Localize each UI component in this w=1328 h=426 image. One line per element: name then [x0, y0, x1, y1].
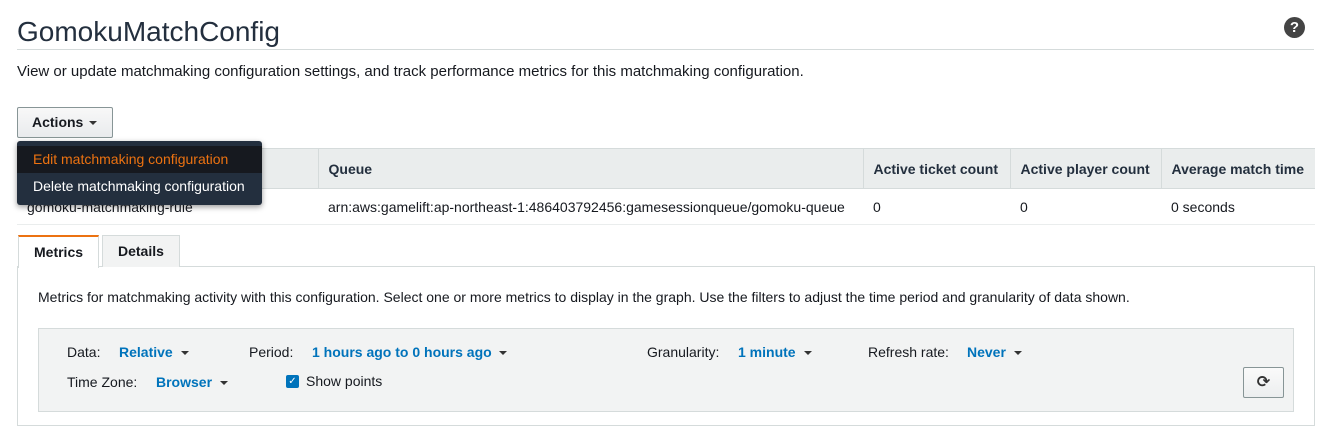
timezone-select[interactable]: Browser — [156, 374, 212, 390]
table-header-queue[interactable]: Queue — [317, 148, 863, 189]
granularity-caret-down-icon[interactable] — [804, 351, 812, 355]
refresh-rate-label: Refresh rate: — [868, 344, 949, 360]
period-label: Period: — [249, 344, 294, 360]
average-match-time-cell: 0 seconds — [1161, 188, 1315, 225]
table-header-active-player-count[interactable]: Active player count — [1009, 148, 1161, 189]
data-select[interactable]: Relative — [119, 344, 173, 360]
show-points-checkbox[interactable]: ✓ — [286, 375, 299, 388]
data-caret-down-icon[interactable] — [181, 351, 189, 355]
active-ticket-count-cell: 0 — [863, 188, 1010, 225]
actions-button[interactable]: Actions — [17, 107, 113, 138]
tab-metrics[interactable]: Metrics — [18, 235, 100, 268]
queue-cell: arn:aws:gamelift:ap-northeast-1:48640379… — [318, 188, 863, 225]
show-points-label: Show points — [306, 373, 383, 389]
metrics-description: Metrics for matchmaking activity with th… — [38, 289, 1130, 305]
metrics-filter-box — [38, 328, 1294, 412]
refresh-button[interactable]: ⟳ — [1243, 367, 1284, 398]
data-label: Data: — [67, 344, 101, 360]
table-header-average-match-time[interactable]: Average match time — [1160, 148, 1315, 189]
actions-label: Actions — [32, 114, 84, 130]
period-caret-down-icon[interactable] — [499, 351, 507, 355]
granularity-label: Granularity: — [647, 344, 720, 360]
menu-item-delete-configuration[interactable]: Delete matchmaking configuration — [17, 173, 262, 200]
refresh-rate-select[interactable]: Never — [967, 344, 1006, 360]
caret-down-icon — [89, 121, 98, 126]
table-header-active-ticket-count[interactable]: Active ticket count — [862, 148, 1010, 189]
page-title: GomokuMatchConfig — [17, 16, 281, 47]
active-player-count-cell: 0 — [1010, 188, 1161, 225]
granularity-select[interactable]: 1 minute — [738, 344, 796, 360]
tab-details[interactable]: Details — [102, 235, 180, 267]
title-divider — [17, 49, 1314, 50]
help-icon[interactable]: ? — [1284, 17, 1305, 38]
refresh-icon: ⟳ — [1256, 374, 1271, 391]
period-select[interactable]: 1 hours ago to 0 hours ago — [312, 344, 492, 360]
refresh-rate-caret-down-icon[interactable] — [1014, 351, 1022, 355]
page-description: View or update matchmaking configuration… — [17, 63, 804, 80]
menu-item-edit-configuration[interactable]: Edit matchmaking configuration — [17, 146, 262, 173]
timezone-label: Time Zone: — [67, 374, 138, 390]
actions-dropdown-menu: Edit matchmaking configuration Delete ma… — [17, 141, 262, 205]
timezone-caret-down-icon[interactable] — [220, 381, 228, 385]
